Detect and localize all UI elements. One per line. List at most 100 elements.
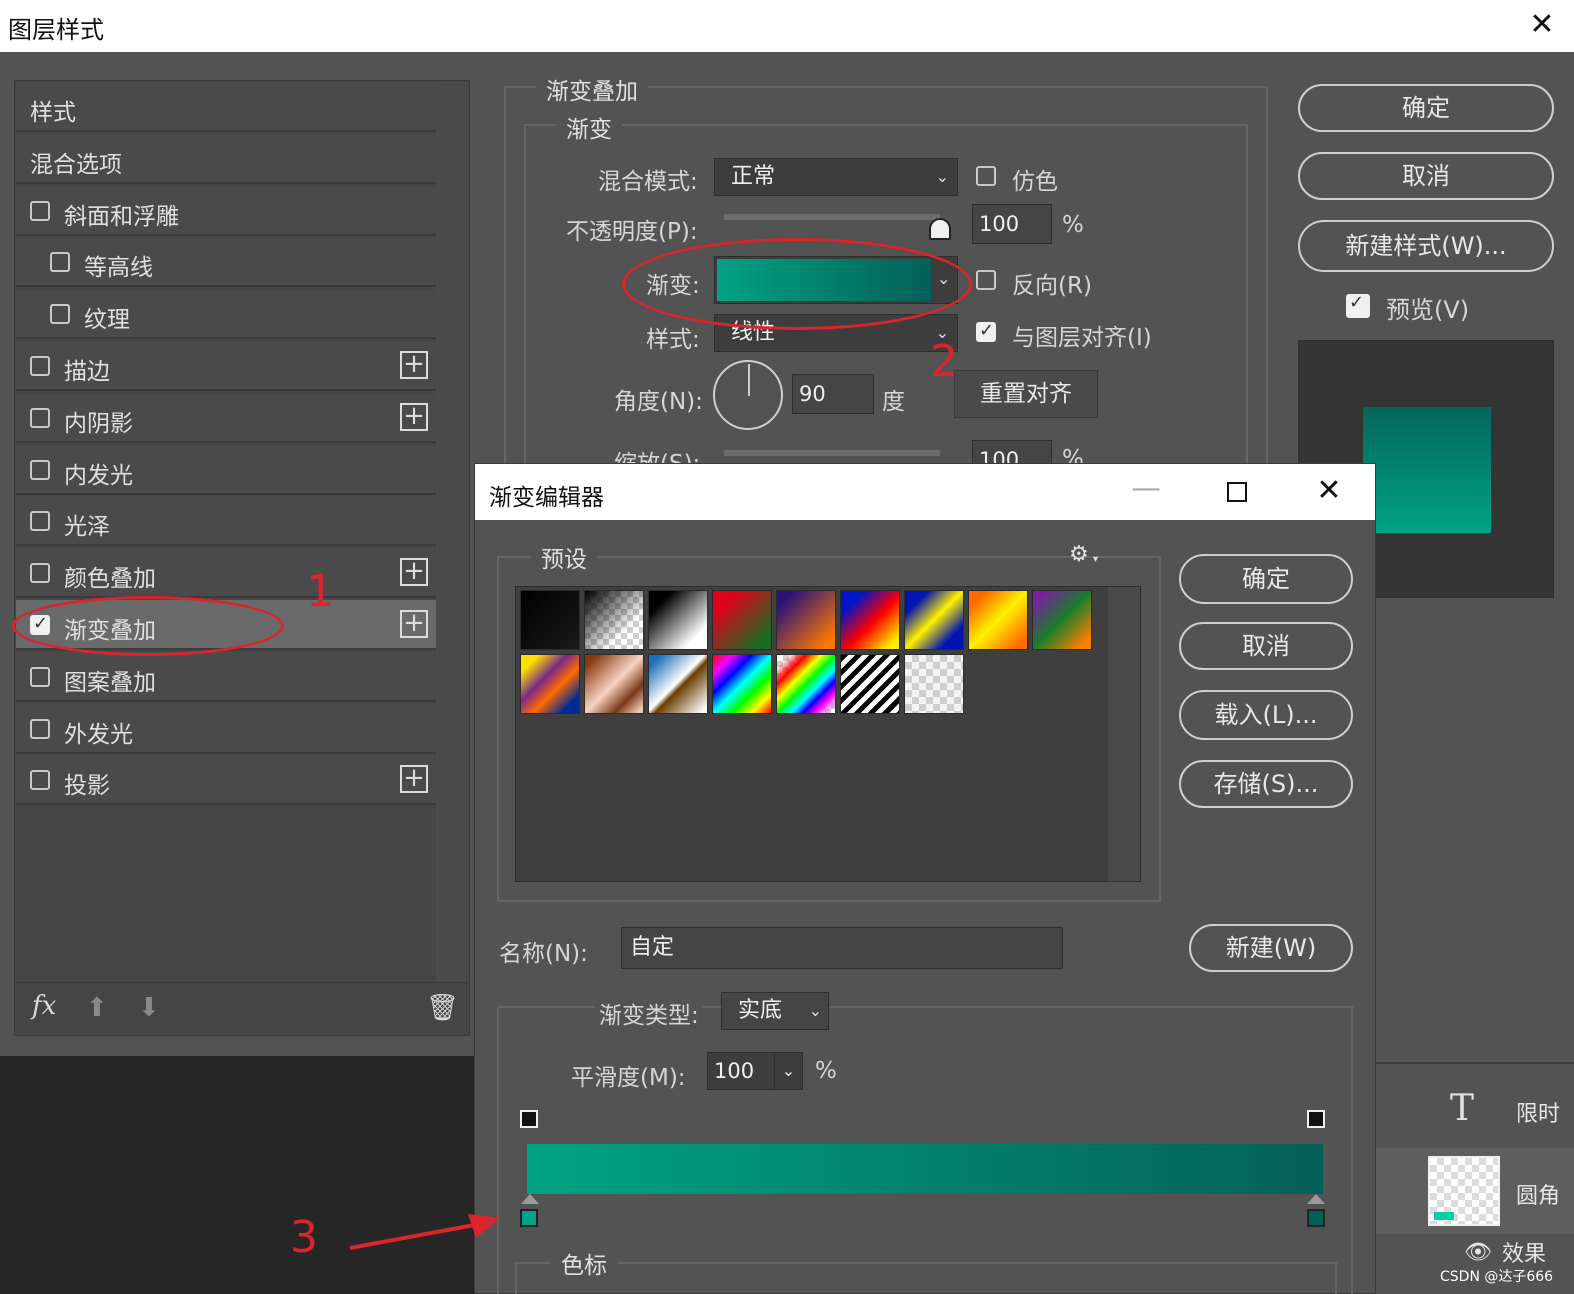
style-checkbox[interactable] xyxy=(50,304,70,325)
watermark: CSDN @达子666 xyxy=(1440,1269,1554,1285)
style-row-label: 等高线 xyxy=(84,255,153,282)
opacity-slider-thumb[interactable] xyxy=(929,218,951,240)
align-layer-checkbox[interactable] xyxy=(976,320,996,342)
angle-label: 角度(N): xyxy=(614,389,703,415)
style-checkbox[interactable] xyxy=(30,407,50,428)
preset-violet-green-orange[interactable] xyxy=(1032,590,1092,650)
style-checkbox[interactable] xyxy=(30,356,50,376)
preset-violet-orange[interactable] xyxy=(776,590,836,650)
angle-dial[interactable] xyxy=(713,360,783,430)
new-style-button[interactable]: 新建样式(W)... xyxy=(1298,220,1554,272)
preset-red-green[interactable] xyxy=(712,590,772,650)
style-row[interactable]: 外发光 xyxy=(16,703,436,754)
style-row[interactable]: 描边 + xyxy=(16,341,436,391)
preset-transparent[interactable] xyxy=(904,654,964,714)
close-icon[interactable]: ✕ xyxy=(1526,10,1558,40)
minimize-icon[interactable]: — xyxy=(1131,474,1161,504)
style-row[interactable]: 图案叠加 xyxy=(16,651,436,702)
eye-icon[interactable]: 👁 xyxy=(1464,1240,1492,1265)
add-icon[interactable]: + xyxy=(400,402,428,431)
style-row[interactable]: 内发光 xyxy=(16,444,436,495)
chevron-down-icon[interactable]: ⌄ xyxy=(774,1053,802,1089)
scale-slider[interactable] xyxy=(724,450,940,456)
color-stop-left[interactable] xyxy=(520,1209,538,1227)
style-checkbox[interactable] xyxy=(30,563,50,584)
preset-chrome[interactable] xyxy=(648,654,708,714)
trash-icon[interactable]: 🗑 xyxy=(426,993,459,1023)
gradient-type-select[interactable]: 实底 ⌄ xyxy=(721,992,829,1030)
color-stops-group xyxy=(515,1262,1337,1294)
gear-dropdown-arrow[interactable]: ▾ xyxy=(1093,554,1098,565)
gear-icon[interactable]: ⚙ xyxy=(1069,542,1089,567)
style-row-label: 内发光 xyxy=(64,462,133,489)
cancel-button[interactable]: 取消 xyxy=(1298,152,1554,200)
preset-transparent-stripes[interactable] xyxy=(840,654,900,714)
window-titlebar: 图层样式 ✕ xyxy=(0,0,1574,52)
new-gradient-button[interactable]: 新建(W) xyxy=(1189,924,1353,972)
editor-cancel-button[interactable]: 取消 xyxy=(1179,622,1353,670)
style-checkbox[interactable] xyxy=(50,252,70,273)
gradient-editor-dialog: 渐变编辑器 — ✕ 预设 ⚙ ▾ 确定 取消 载入(L)... 存储(S)...… xyxy=(474,463,1376,1294)
dither-checkbox[interactable] xyxy=(976,166,996,186)
preview-checkbox[interactable] xyxy=(1346,292,1370,318)
preset-foreground-to-background[interactable] xyxy=(520,590,580,650)
name-input[interactable]: 自定 xyxy=(621,927,1063,969)
style-row[interactable]: 内阴影 + xyxy=(16,392,436,443)
add-icon[interactable]: + xyxy=(400,765,428,794)
style-checkbox[interactable] xyxy=(30,718,50,739)
styles-list-scrollbar[interactable] xyxy=(436,82,468,982)
close-icon[interactable]: ✕ xyxy=(1313,476,1345,506)
style-row[interactable]: 纹理 xyxy=(16,289,436,340)
reset-align-button[interactable]: 重置对齐 xyxy=(954,370,1098,418)
style-checkbox[interactable] xyxy=(30,666,50,687)
preset-blue-yellow-blue[interactable] xyxy=(904,590,964,650)
style-row-label: 描边 xyxy=(64,359,110,385)
color-stop-right[interactable] xyxy=(1307,1209,1325,1227)
opacity-stop-right[interactable] xyxy=(1307,1110,1325,1128)
preset-spectrum[interactable] xyxy=(712,654,772,714)
preset-yellow-violet-orange-blue[interactable] xyxy=(520,654,580,714)
move-up-icon[interactable]: ⬆ xyxy=(86,993,108,1023)
smoothness-input[interactable]: 100 ⌄ xyxy=(707,1052,803,1090)
dither-label: 仿色 xyxy=(1012,169,1058,195)
move-down-icon[interactable]: ⬇ xyxy=(138,993,160,1023)
style-row[interactable]: 光泽 xyxy=(16,496,436,547)
gradient-bar[interactable] xyxy=(527,1144,1323,1194)
preset-transparent-rainbow[interactable] xyxy=(776,654,836,714)
blend-mode-select[interactable]: 正常 ⌄ xyxy=(714,158,958,196)
style-row[interactable]: 样式 xyxy=(16,82,436,132)
style-row[interactable]: 混合选项 xyxy=(16,133,436,184)
style-row[interactable]: 颜色叠加 + xyxy=(16,548,436,599)
load-button[interactable]: 载入(L)... xyxy=(1179,690,1353,740)
opacity-stop-left[interactable] xyxy=(520,1110,538,1128)
angle-input[interactable]: 90 xyxy=(792,374,874,414)
presets-scrollbar[interactable] xyxy=(1108,587,1140,881)
opacity-input[interactable]: 100 xyxy=(972,204,1052,244)
preset-black-white[interactable] xyxy=(648,590,708,650)
add-icon[interactable]: + xyxy=(400,558,428,587)
fx-icon[interactable]: fx xyxy=(32,991,56,1021)
style-row[interactable]: 投影 + xyxy=(16,755,436,806)
preset-foreground-to-transparent[interactable] xyxy=(584,590,644,650)
add-icon[interactable]: + xyxy=(400,351,428,379)
text-layer-name[interactable]: 限时 xyxy=(1516,1096,1560,1128)
style-checkbox[interactable] xyxy=(30,770,50,791)
style-checkbox[interactable] xyxy=(30,200,50,221)
preset-blue-red-yellow[interactable] xyxy=(840,590,900,650)
reverse-checkbox[interactable] xyxy=(976,270,996,290)
maximize-icon[interactable] xyxy=(1227,482,1247,502)
save-button[interactable]: 存储(S)... xyxy=(1179,760,1353,808)
shape-layer-name[interactable]: 圆角 xyxy=(1516,1178,1560,1210)
style-checkbox[interactable] xyxy=(30,459,50,480)
ok-button[interactable]: 确定 xyxy=(1298,84,1554,132)
preset-orange-yellow-orange[interactable] xyxy=(968,590,1028,650)
style-row-label: 外发光 xyxy=(64,721,133,748)
add-icon[interactable]: + xyxy=(400,610,428,638)
style-row[interactable]: 等高线 xyxy=(16,237,436,288)
editor-ok-button[interactable]: 确定 xyxy=(1179,554,1353,604)
style-row[interactable]: 斜面和浮雕 xyxy=(16,185,436,236)
preset-copper[interactable] xyxy=(584,654,644,714)
style-checkbox[interactable] xyxy=(30,511,50,532)
opacity-slider[interactable] xyxy=(724,214,940,220)
shape-layer-thumbnail[interactable] xyxy=(1428,1156,1500,1226)
